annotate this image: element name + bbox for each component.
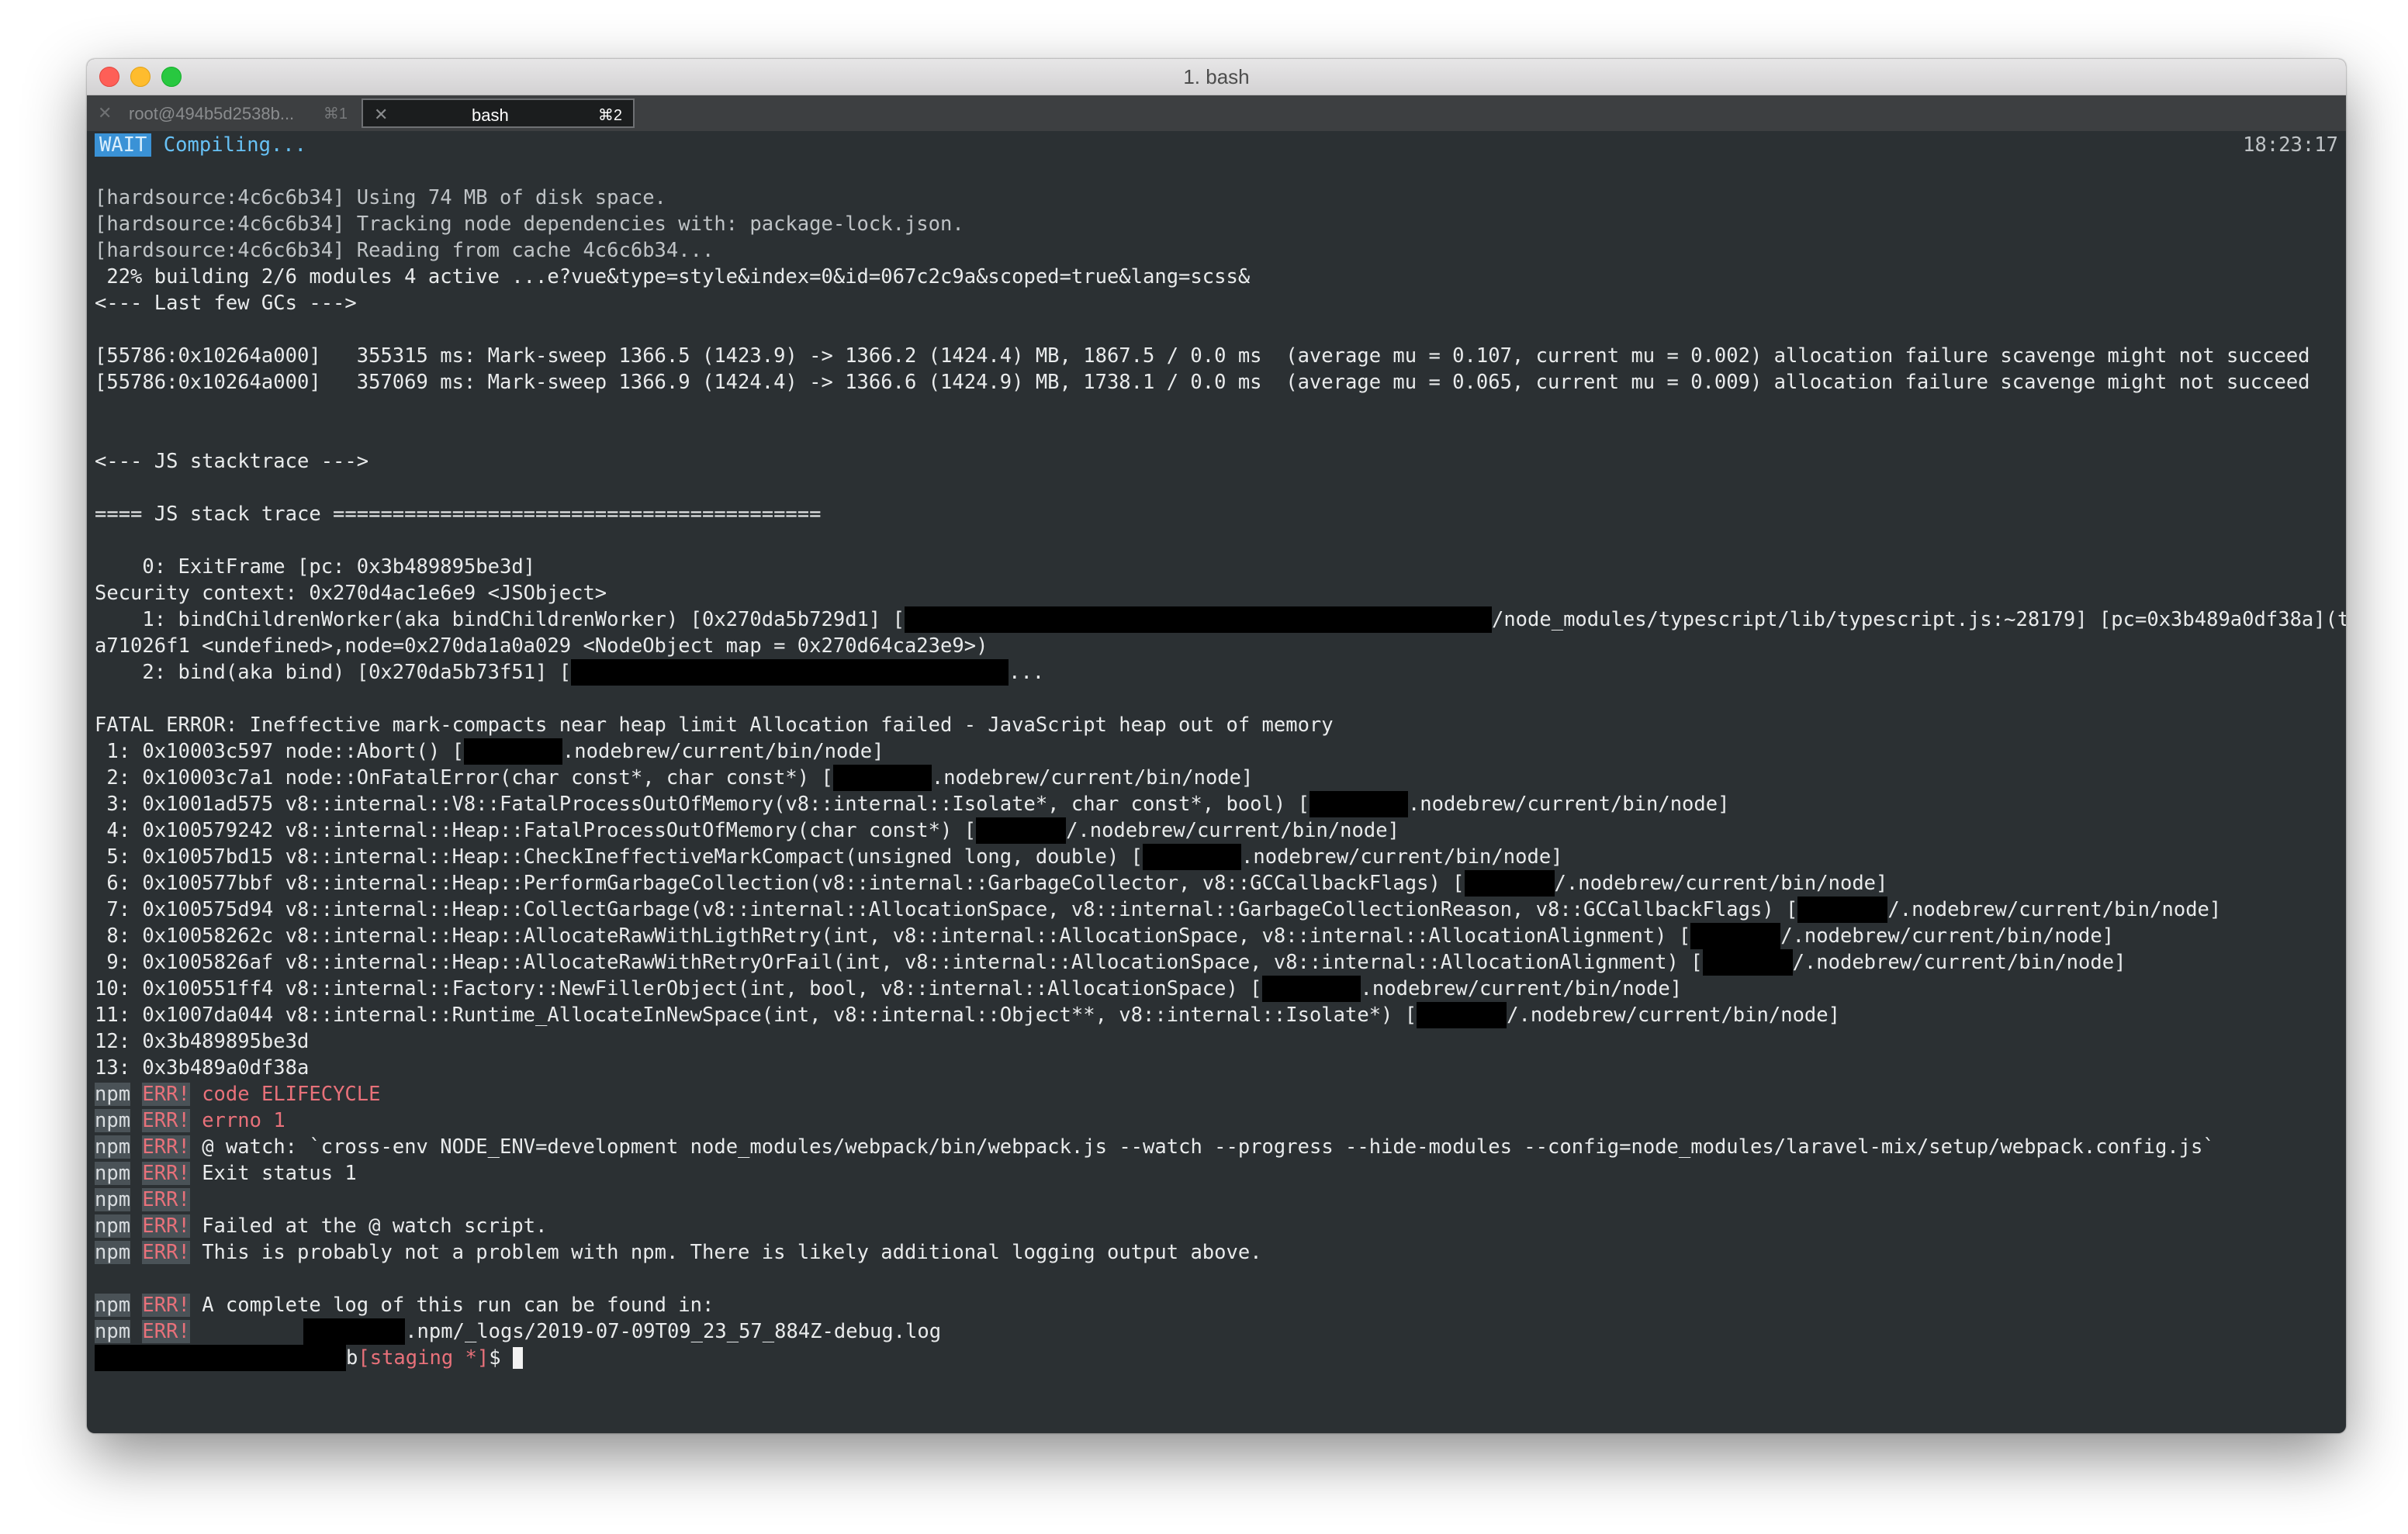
- stack-line: Security context: 0x270d4ac1e6e9 <JSObje…: [95, 582, 607, 605]
- terminal-output[interactable]: WAIT Compiling... 18:23:17 [hardsource:4c…: [95, 132, 2346, 1419]
- redacted-block: [1309, 791, 1408, 817]
- status-time: 18:23:17: [2243, 133, 2338, 157]
- close-tab-icon[interactable]: ✕: [374, 105, 388, 125]
- redacted-block: [1797, 897, 1888, 923]
- status-line: WAIT Compiling... 18:23:17: [95, 132, 2338, 158]
- stack-line: 0: ExitFrame [pc: 0x3b489895be3d]: [95, 555, 536, 579]
- git-branch: [staging *]: [358, 1346, 490, 1370]
- tab-root[interactable]: ✕ root@494b5d2538b... ⌘1: [87, 98, 358, 128]
- npm-error-line: npm ERR! Exit status 1: [95, 1162, 357, 1185]
- window-title: 1. bash: [1183, 65, 1250, 88]
- redacted-block: [1143, 844, 1242, 870]
- text-cursor: [512, 1347, 523, 1369]
- redacted-block: [904, 606, 1492, 633]
- log-line: <--- JS stacktrace --->: [95, 450, 369, 473]
- redacted-block: [1464, 870, 1555, 897]
- redacted-block: [1690, 923, 1781, 949]
- redacted-block: [95, 1345, 346, 1371]
- redacted-block: [571, 659, 1009, 686]
- npm-error-line: npm ERR! @ watch: `cross-env NODE_ENV=de…: [95, 1135, 2215, 1159]
- title-bar: 1. bash: [87, 59, 2346, 95]
- npm-error-line: npm ERR! errno 1: [95, 1109, 285, 1132]
- native-frame-line: 8: 0x10058262c v8::internal::Heap::Alloc…: [95, 923, 2115, 949]
- close-tab-icon[interactable]: ✕: [98, 103, 112, 123]
- native-frame-line: 1: 0x10003c597 node::Abort() [.nodebrew/…: [95, 738, 884, 765]
- npm-error-line: npm ERR! Failed at the @ watch script.: [95, 1214, 548, 1238]
- redacted-block: [1702, 949, 1793, 976]
- prompt-symbol: $: [489, 1346, 513, 1370]
- redacted-block: [976, 817, 1067, 844]
- native-frame-line: 11: 0x1007da044 v8::internal::Runtime_Al…: [95, 1002, 1840, 1028]
- log-line: [hardsource:4c6c6b34] Using 74 MB of dis…: [95, 186, 666, 209]
- log-line: [hardsource:4c6c6b34] Tracking node depe…: [95, 212, 964, 236]
- redacted-block: [1261, 976, 1361, 1002]
- progress-line: 22% building 2/6 modules 4 active ...e?v…: [95, 265, 1251, 288]
- wait-badge: WAIT: [95, 133, 152, 157]
- npm-error-line: npm ERR! This is probably not a problem …: [95, 1241, 1262, 1264]
- log-line: <--- Last few GCs --->: [95, 292, 357, 315]
- fatal-error-line: FATAL ERROR: Ineffective mark-compacts n…: [95, 713, 1334, 737]
- tab-label: root@494b5d2538b...: [129, 104, 295, 123]
- redacted-block: [1417, 1002, 1507, 1028]
- gc-line: [55786:0x10264a000] 355315 ms: Mark-swee…: [95, 344, 2310, 368]
- terminal-window: 1. bash ✕ root@494b5d2538b... ⌘1 ✕ bash …: [87, 59, 2346, 1433]
- native-frame-line: 5: 0x10057bd15 v8::internal::Heap::Check…: [95, 844, 1563, 870]
- redacted-block: [303, 1318, 406, 1345]
- npm-error-line: npm ERR! code ELIFECYCLE: [95, 1083, 381, 1106]
- stack-line: 2: bind(aka bind) [0x270da5b73f51] [...: [95, 659, 1045, 686]
- native-frame-line: 7: 0x100575d94 v8::internal::Heap::Colle…: [95, 897, 2222, 923]
- native-frame-line: 6: 0x100577bbf v8::internal::Heap::Perfo…: [95, 870, 1888, 897]
- native-frame-line: 2: 0x10003c7a1 node::OnFatalError(char c…: [95, 765, 1254, 791]
- redacted-block: [832, 765, 932, 791]
- tab-label: bash: [472, 105, 509, 125]
- tab-shortcut: ⌘2: [597, 107, 622, 124]
- native-frame-line: 10: 0x100551ff4 v8::internal::Factory::N…: [95, 976, 1683, 1002]
- native-frame-line: 9: 0x1005826af v8::internal::Heap::Alloc…: [95, 949, 2126, 976]
- tab-bar: ✕ root@494b5d2538b... ⌘1 ✕ bash ⌘2: [87, 95, 2346, 131]
- stack-line: a71026f1 <undefined>,node=0x270da1a0a029…: [95, 634, 988, 658]
- status-text: Compiling...: [163, 133, 307, 157]
- native-frame-line: 4: 0x100579242 v8::internal::Heap::Fatal…: [95, 817, 1399, 844]
- npm-error-line: npm ERR! .npm/_logs/2019-07-09T09_23_57_…: [95, 1318, 942, 1345]
- stack-line: 1: bindChildrenWorker(aka bindChildrenWo…: [95, 606, 2346, 633]
- native-frame-line: 13: 0x3b489a0df38a: [95, 1056, 310, 1080]
- native-frame-line: 3: 0x1001ad575 v8::internal::V8::FatalPr…: [95, 791, 1730, 817]
- redacted-block: [463, 738, 562, 765]
- native-frame-line: 12: 0x3b489895be3d: [95, 1030, 310, 1053]
- tab-bash[interactable]: ✕ bash ⌘2: [362, 98, 635, 128]
- npm-error-line: npm ERR! A complete log of this run can …: [95, 1294, 714, 1317]
- shell-prompt[interactable]: b[staging *]$: [95, 1345, 523, 1371]
- log-line: [hardsource:4c6c6b34] Reading from cache…: [95, 239, 714, 262]
- gc-line: [55786:0x10264a000] 357069 ms: Mark-swee…: [95, 371, 2310, 394]
- log-line: ==== JS stack trace ====================…: [95, 503, 822, 526]
- tab-shortcut: ⌘1: [323, 105, 348, 123]
- npm-error-line: npm ERR!: [95, 1188, 190, 1211]
